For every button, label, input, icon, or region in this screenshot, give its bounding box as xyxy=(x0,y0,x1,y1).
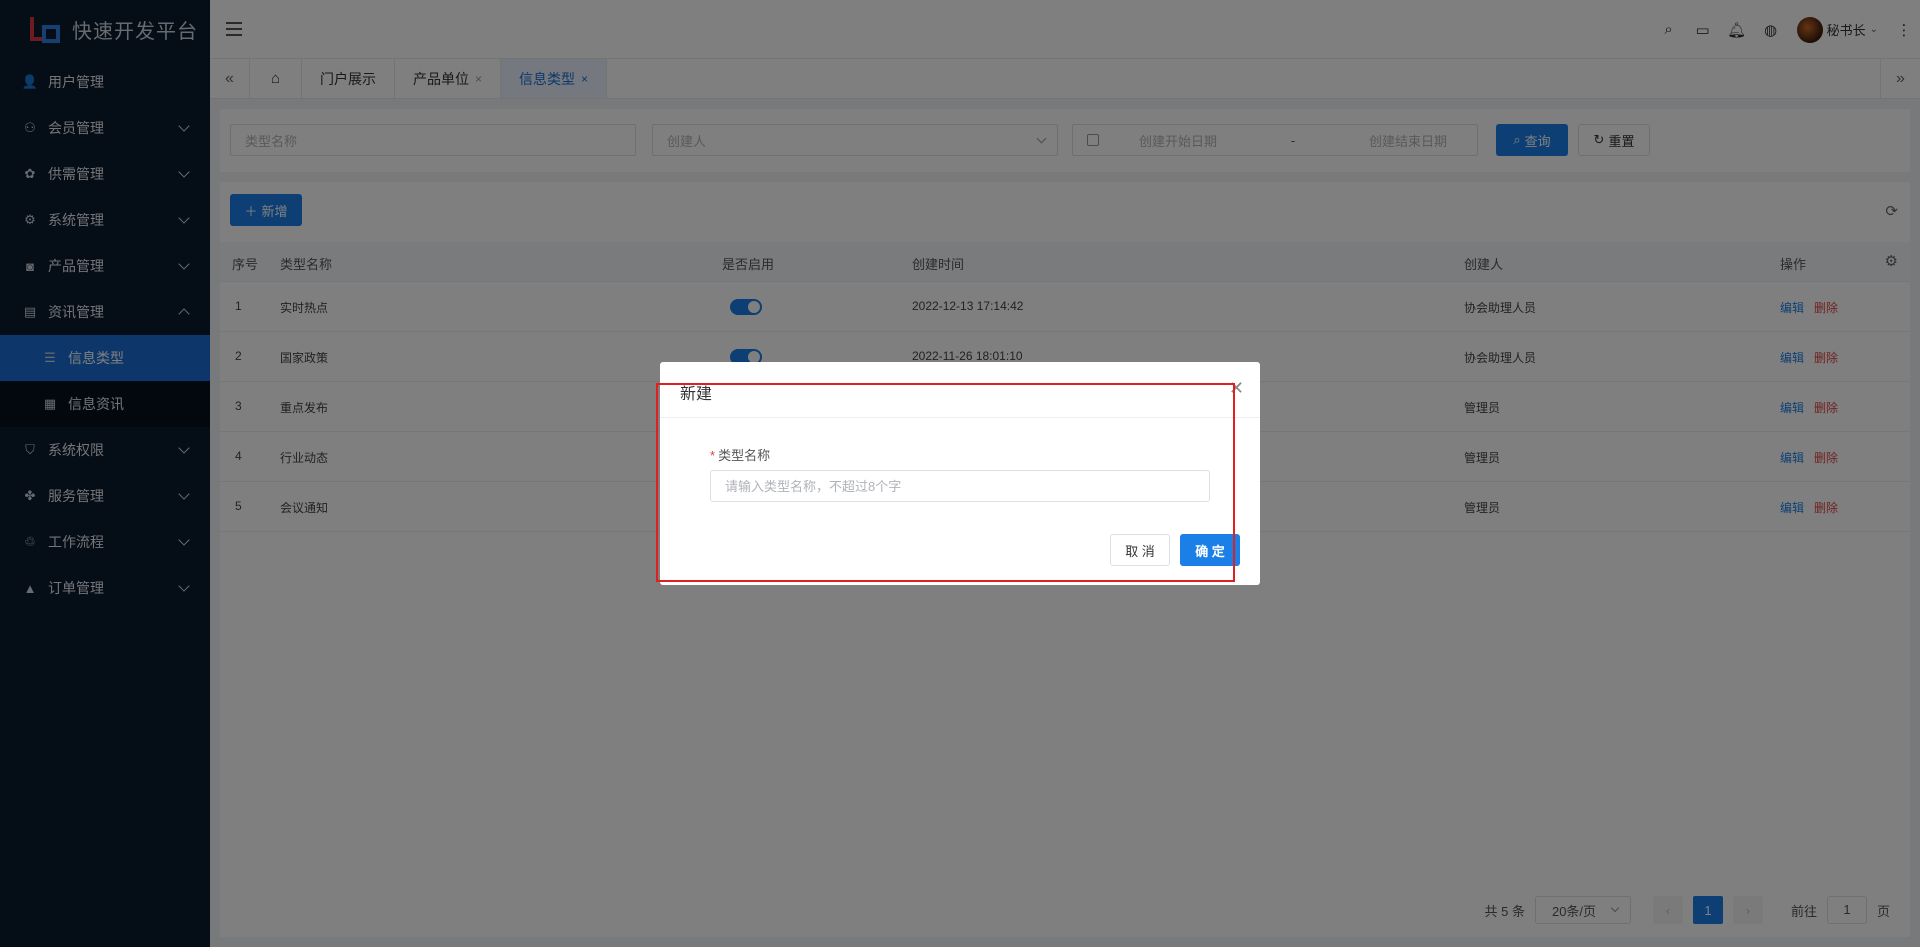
required-mark: * xyxy=(710,448,716,463)
type-name-field[interactable] xyxy=(710,470,1210,502)
confirm-button[interactable]: 确 定 xyxy=(1180,534,1240,566)
dialog-divider xyxy=(660,417,1260,418)
create-dialog: 新建 ✕ *类型名称 取 消 确 定 xyxy=(660,362,1260,585)
dialog-title: 新建 xyxy=(680,386,713,403)
cancel-button[interactable]: 取 消 xyxy=(1110,534,1170,566)
type-name-label-text: 类型名称 xyxy=(718,448,771,463)
type-name-label: * 类型名称 xyxy=(710,445,770,464)
close-icon[interactable]: ✕ xyxy=(1229,378,1244,399)
